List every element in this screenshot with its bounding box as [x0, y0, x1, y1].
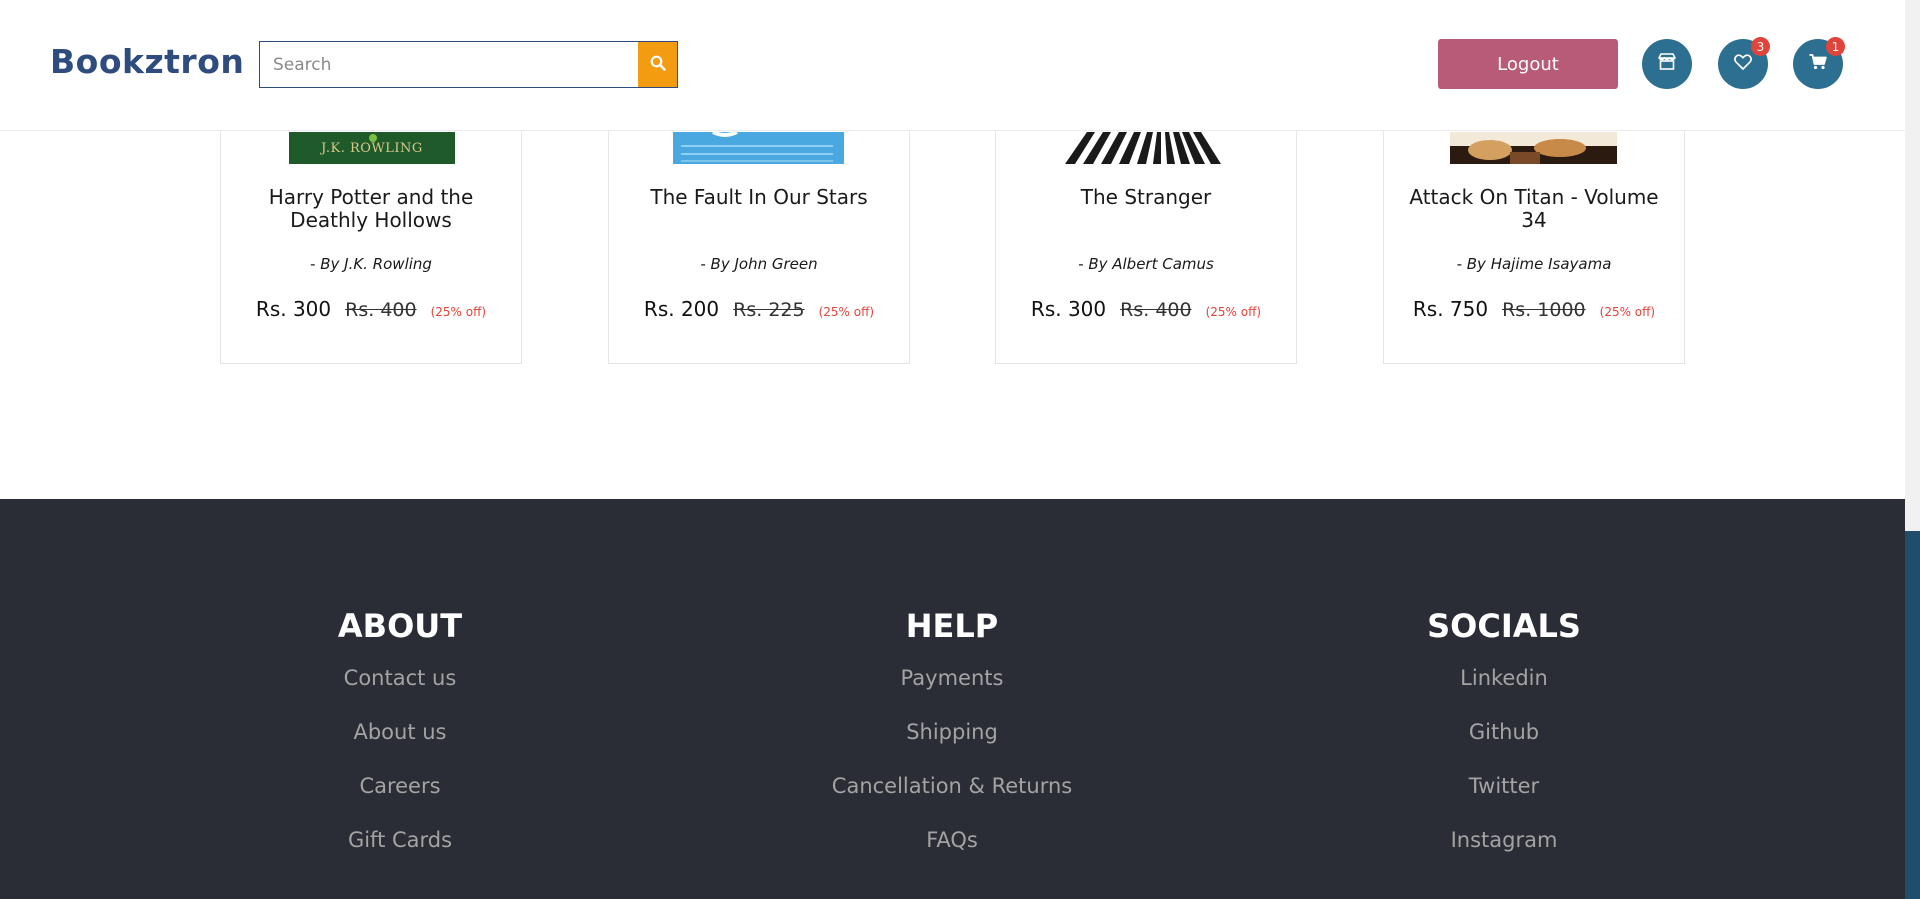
price-current: Rs. 300: [1030, 297, 1107, 321]
discount-label: (25% off): [818, 305, 875, 319]
footer-link-linkedin[interactable]: Linkedin: [1334, 665, 1674, 719]
store-icon: [1657, 53, 1677, 75]
book-card[interactable]: J.K. ROWLING Harry Potter and the Deathl…: [220, 90, 522, 364]
price-row: Rs. 300 Rs. 400 (25% off): [996, 297, 1296, 321]
book-cover-author-text: J.K. ROWLING: [321, 141, 423, 156]
discount-label: (25% off): [1205, 305, 1262, 319]
footer-help: HELP Payments Shipping Cancellation & Re…: [782, 607, 1122, 881]
footer-link-careers[interactable]: Careers: [230, 773, 570, 827]
search-icon: [650, 55, 666, 74]
book-author: - By Hajime Isayama: [1456, 255, 1612, 273]
heart-icon: [1734, 54, 1752, 74]
top-navbar: Bookztron Logout 3: [0, 0, 1905, 131]
store-button[interactable]: [1642, 39, 1692, 89]
book-author: - By J.K. Rowling: [310, 255, 432, 273]
price-original: Rs. 225: [733, 299, 805, 321]
cart-count-badge: 1: [1826, 37, 1845, 56]
footer-heading-help: HELP: [905, 607, 999, 645]
footer-link-github[interactable]: Github: [1334, 719, 1674, 773]
search-bar: [259, 41, 678, 88]
book-card[interactable]: The Fault In Our Stars - By John Green R…: [608, 90, 910, 364]
book-card[interactable]: The Stranger - By Albert Camus Rs. 300 R…: [995, 90, 1297, 364]
wishlist-button[interactable]: 3: [1718, 37, 1770, 89]
site-footer: ABOUT Contact us About us Careers Gift C…: [0, 499, 1905, 899]
book-cover-art: [1065, 132, 1221, 164]
book-title[interactable]: Attack On Titan - Volume 34: [1394, 186, 1674, 232]
footer-link-cancellation-returns[interactable]: Cancellation & Returns: [782, 773, 1122, 827]
price-current: Rs. 200: [643, 297, 720, 321]
price-original: Rs. 1000: [1502, 299, 1586, 321]
search-input[interactable]: [260, 42, 638, 87]
footer-heading-about: ABOUT: [337, 607, 463, 645]
book-cover[interactable]: [1065, 132, 1229, 164]
cart-icon: [1809, 54, 1827, 74]
discount-label: (25% off): [1599, 305, 1656, 319]
cart-button[interactable]: 1: [1793, 37, 1845, 89]
price-row: Rs. 750 Rs. 1000 (25% off): [1384, 297, 1684, 321]
brand-logo[interactable]: Bookztron: [50, 42, 244, 81]
page-scrollbar-thumb[interactable]: [1905, 531, 1920, 899]
price-current: Rs. 750: [1412, 297, 1489, 321]
book-cover-art: [1450, 132, 1617, 164]
book-author: - By Albert Camus: [1078, 255, 1214, 273]
footer-link-instagram[interactable]: Instagram: [1334, 827, 1674, 881]
book-cover[interactable]: [1450, 132, 1617, 164]
book-cover[interactable]: J.K. ROWLING: [289, 132, 455, 164]
footer-link-faqs[interactable]: FAQs: [782, 827, 1122, 881]
price-current: Rs. 300: [255, 297, 332, 321]
book-cover[interactable]: [673, 132, 844, 164]
footer-socials: SOCIALS Linkedin Github Twitter Instagra…: [1334, 607, 1674, 881]
price-original: Rs. 400: [345, 299, 417, 321]
book-title[interactable]: The Stranger: [1006, 186, 1286, 209]
price-row: Rs. 300 Rs. 400 (25% off): [221, 297, 521, 321]
footer-link-contact-us[interactable]: Contact us: [230, 665, 570, 719]
discount-label: (25% off): [430, 305, 487, 319]
book-title[interactable]: Harry Potter and the Deathly Hollows: [231, 186, 511, 232]
footer-link-gift-cards[interactable]: Gift Cards: [230, 827, 570, 881]
book-cover-art: [681, 132, 833, 162]
logout-button[interactable]: Logout: [1438, 39, 1618, 89]
footer-heading-socials: SOCIALS: [1427, 607, 1581, 645]
wishlist-count-badge: 3: [1751, 37, 1770, 56]
price-row: Rs. 200 Rs. 225 (25% off): [609, 297, 909, 321]
book-title[interactable]: The Fault In Our Stars: [619, 186, 899, 209]
footer-link-payments[interactable]: Payments: [782, 665, 1122, 719]
book-author: - By John Green: [700, 255, 818, 273]
footer-about: ABOUT Contact us About us Careers Gift C…: [230, 607, 570, 881]
search-button[interactable]: [638, 42, 677, 87]
book-card[interactable]: Attack On Titan - Volume 34 - By Hajime …: [1383, 90, 1685, 364]
footer-link-shipping[interactable]: Shipping: [782, 719, 1122, 773]
price-original: Rs. 400: [1120, 299, 1192, 321]
footer-link-about-us[interactable]: About us: [230, 719, 570, 773]
footer-link-twitter[interactable]: Twitter: [1334, 773, 1674, 827]
